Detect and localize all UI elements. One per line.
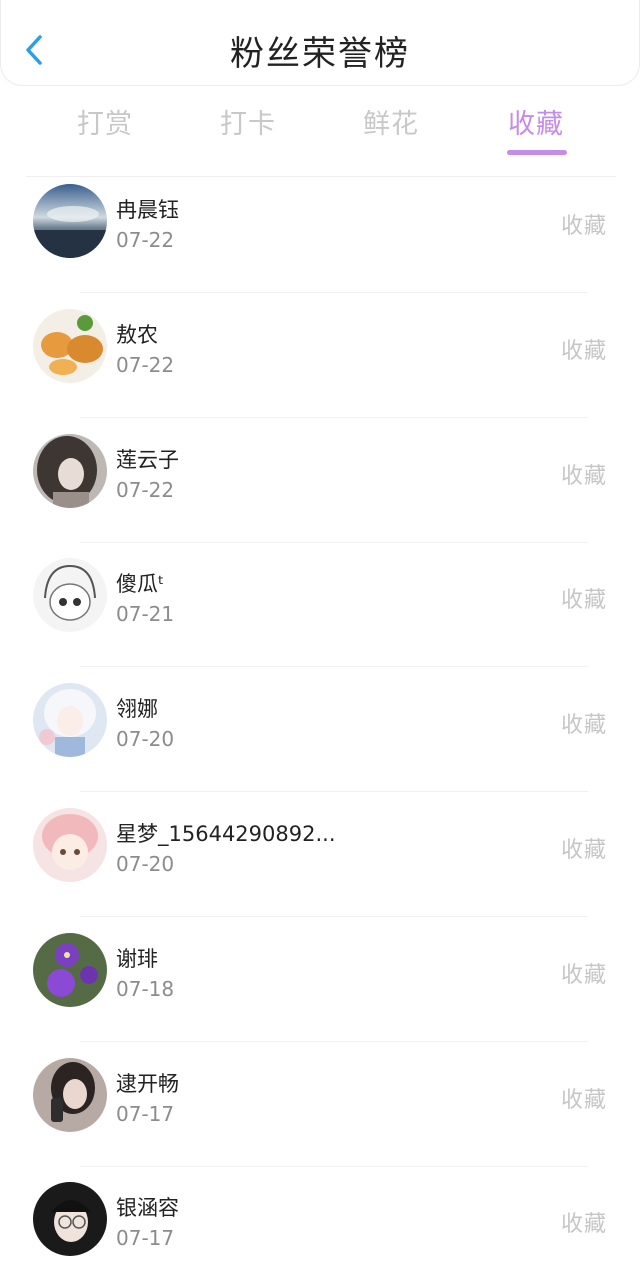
page-title: 粉丝荣誉榜: [230, 34, 410, 74]
tab-flowers[interactable]: 鲜花: [331, 102, 451, 141]
avatar[interactable]: [33, 1182, 107, 1257]
fan-name: 冉晨钰: [116, 198, 179, 222]
action-label: 收藏: [560, 1212, 607, 1238]
action-label: 收藏: [560, 837, 607, 863]
avatar[interactable]: [33, 308, 107, 383]
fan-date: 07-18: [116, 976, 175, 1001]
fan-name: 敖农: [116, 322, 158, 347]
fan-date: 07-20: [116, 727, 175, 752]
tab-checkin[interactable]: 打卡: [188, 102, 308, 141]
action-label: 收藏: [560, 588, 607, 614]
tab-reward[interactable]: 打赏: [45, 102, 165, 141]
avatar[interactable]: [33, 807, 107, 882]
fan-list: 冉晨钰 07-22 收藏 敖农 07-22 收藏 莲云子 07-22 收藏 傻瓜…: [0, 180, 640, 1285]
fan-date: 07-22: [116, 352, 175, 377]
fan-name: 星梦_15644290892...: [116, 821, 336, 846]
list-item[interactable]: 银涵容 07-17 收藏: [0, 1178, 640, 1285]
avatar[interactable]: [33, 433, 107, 508]
fan-date: 07-17: [116, 1101, 175, 1126]
divider: [80, 915, 588, 917]
action-label: 收藏: [560, 962, 607, 988]
fan-name: 莲云子: [116, 447, 179, 472]
divider: [80, 292, 588, 293]
divider: [80, 1165, 588, 1167]
tabs-divider: [26, 176, 616, 177]
list-item[interactable]: 翎娜 07-20 收藏: [0, 679, 640, 804]
fan-date: 07-17: [116, 1226, 175, 1251]
avatar[interactable]: [33, 184, 107, 258]
divider: [80, 791, 588, 793]
action-label: 收藏: [560, 1087, 607, 1113]
action-label: 收藏: [560, 463, 607, 489]
list-item[interactable]: 谢琲 07-18 收藏: [0, 929, 640, 1054]
fan-name: 傻瓜ᵗ: [116, 572, 165, 597]
list-item[interactable]: 莲云子 07-22 收藏: [0, 430, 640, 555]
list-item[interactable]: 傻瓜ᵗ 07-21 收藏: [0, 554, 640, 679]
fan-date: 07-21: [116, 602, 175, 627]
tab-bar: 打赏 打卡 鲜花 收藏: [0, 96, 640, 162]
avatar[interactable]: [33, 932, 107, 1007]
divider: [80, 1040, 588, 1042]
divider: [80, 416, 588, 418]
avatar[interactable]: [33, 683, 107, 758]
action-label: 收藏: [560, 713, 607, 739]
fan-date: 07-20: [116, 851, 175, 876]
divider: [80, 666, 588, 668]
fan-name: 谢琲: [116, 946, 158, 971]
fan-name: 银涵容: [116, 1196, 179, 1221]
action-label: 收藏: [560, 214, 607, 239]
divider: [80, 541, 588, 543]
fan-name: 翎娜: [116, 697, 158, 722]
list-item[interactable]: 敖农 07-22 收藏: [0, 305, 640, 430]
active-tab-indicator: [507, 150, 567, 155]
header: 粉丝荣誉榜: [0, 0, 640, 86]
action-label: 收藏: [560, 338, 607, 364]
fan-date: 07-22: [116, 477, 175, 502]
avatar[interactable]: [33, 1057, 107, 1132]
list-item[interactable]: 星梦_15644290892... 07-20 收藏: [0, 804, 640, 929]
list-item[interactable]: 冉晨钰 07-22 收藏: [0, 180, 640, 305]
fan-date: 07-22: [116, 228, 175, 252]
tab-favorites[interactable]: 收藏: [476, 102, 596, 141]
fan-name: 逮开畅: [116, 1071, 179, 1096]
avatar[interactable]: [33, 558, 107, 633]
list-item[interactable]: 逮开畅 07-17 收藏: [0, 1054, 640, 1179]
